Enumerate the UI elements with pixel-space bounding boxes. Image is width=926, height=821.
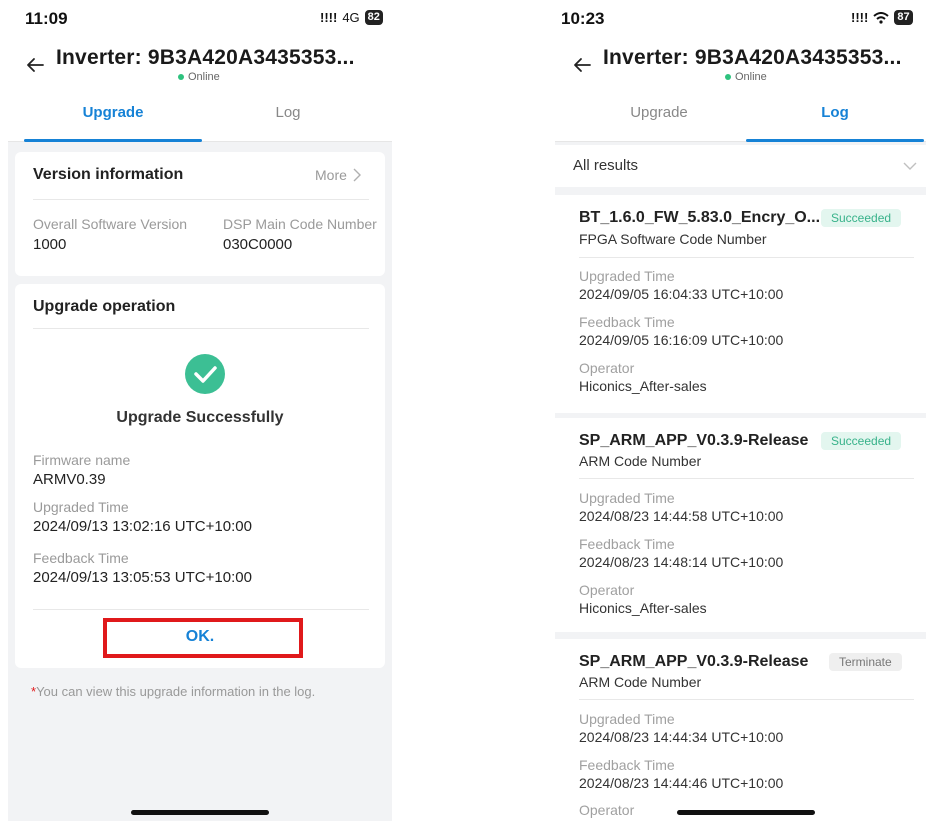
divider — [579, 699, 914, 700]
log-hint-note: *You can view this upgrade information i… — [31, 684, 315, 699]
tab-upgrade[interactable]: Upgrade — [48, 104, 178, 121]
divider — [579, 257, 914, 258]
log-card[interactable]: SP_ARM_APP_V0.3.9-Release Succeeded ARM … — [555, 418, 926, 632]
top-area: 10:23 !!!! 87 Inverter: 9B3A420A3435353.… — [555, 0, 926, 142]
status-badge: Succeeded — [821, 209, 902, 227]
log-firmware-name: BT_1.6.0_FW_5.83.0_Encry_O... — [579, 209, 821, 226]
upgraded-time-label: Upgraded Time — [579, 711, 675, 727]
tab-log[interactable]: Log — [770, 104, 900, 121]
upgraded-time-value: 2024/09/05 16:04:33 UTC+10:00 — [579, 286, 784, 302]
operator-value: Hiconics_After-sales — [579, 600, 707, 616]
online-label: Online — [735, 71, 767, 83]
active-tab-indicator — [24, 139, 202, 142]
version-info-card: Version information More Overall Softwar… — [15, 152, 385, 276]
page-title: Inverter: 9B3A420A3435353... — [603, 46, 902, 69]
field-label: Overall Software Version — [33, 216, 188, 232]
field-value: 1000 — [33, 236, 67, 253]
divider — [579, 478, 914, 479]
tab-upgrade[interactable]: Upgrade — [594, 104, 724, 121]
log-code-type: ARM Code Number — [579, 674, 702, 690]
chevron-right-icon — [353, 168, 361, 182]
field-label: DSP Main Code Number — [223, 216, 377, 232]
note-text: You can view this upgrade information in… — [36, 684, 316, 699]
battery-icon: 82 — [364, 10, 383, 25]
success-check-icon — [185, 354, 225, 394]
online-status: Online — [725, 71, 767, 83]
tab-bar: Upgrade Log — [555, 90, 926, 142]
upgraded-time-label: Upgraded Time — [579, 490, 675, 506]
page-header: Inverter: 9B3A420A3435353... Online — [555, 40, 926, 90]
field-label: Upgraded Time — [33, 499, 129, 515]
online-dot-icon — [178, 74, 184, 80]
field-value: 2024/09/13 13:02:16 UTC+10:00 — [33, 518, 252, 535]
page-title: Inverter: 9B3A420A3435353... — [56, 46, 355, 69]
feedback-time-value: 2024/08/23 14:44:46 UTC+10:00 — [579, 775, 784, 791]
status-time: 10:23 — [561, 9, 605, 28]
signal-icon: !!!! — [320, 10, 338, 25]
tab-bar: Upgrade Log — [8, 90, 392, 142]
log-code-type: ARM Code Number — [579, 453, 702, 469]
chevron-down-icon — [903, 162, 917, 170]
back-arrow-icon[interactable] — [24, 54, 46, 76]
home-indicator[interactable] — [677, 810, 815, 815]
upgrade-result-text: Upgrade Successfully — [116, 409, 284, 426]
log-firmware-name: SP_ARM_APP_V0.3.9-Release — [579, 432, 809, 449]
back-arrow-icon[interactable] — [571, 54, 593, 76]
wifi-icon — [873, 11, 889, 24]
feedback-time-label: Feedback Time — [579, 314, 675, 330]
battery-icon: 87 — [894, 10, 913, 25]
operator-value: Hiconics_After-sales — [579, 378, 707, 394]
upgraded-time-value: 2024/08/23 14:44:58 UTC+10:00 — [579, 508, 784, 524]
field-label: Firmware name — [33, 452, 131, 468]
online-status: Online — [178, 71, 220, 83]
upgrade-screen: 11:09 !!!! 4G 82 Inverter: 9B3A420A34353… — [8, 0, 392, 821]
filter-label: All results — [573, 157, 639, 174]
log-card[interactable]: SP_ARM_APP_V0.3.9-Release Terminate ARM … — [555, 639, 926, 821]
upgraded-time-value: 2024/08/23 14:44:34 UTC+10:00 — [579, 729, 784, 745]
active-tab-indicator — [746, 139, 924, 142]
upgraded-time-label: Upgraded Time — [579, 268, 675, 284]
field-value: 2024/09/13 13:05:53 UTC+10:00 — [33, 569, 252, 586]
status-time: 11:09 — [25, 9, 68, 28]
operator-label: Operator — [579, 360, 635, 376]
status-bar: 11:09 !!!! 4G 82 — [8, 0, 392, 40]
divider — [33, 328, 369, 329]
field-value: ARMV0.39 — [33, 471, 106, 488]
feedback-time-label: Feedback Time — [579, 536, 675, 552]
signal-icon: !!!! — [851, 10, 869, 25]
more-link[interactable]: More — [315, 167, 361, 183]
online-dot-icon — [725, 74, 731, 80]
status-bar: 10:23 !!!! 87 — [555, 0, 926, 40]
upgrade-operation-title: Upgrade operation — [33, 298, 176, 315]
top-area: 11:09 !!!! 4G 82 Inverter: 9B3A420A34353… — [8, 0, 392, 142]
log-screen: 10:23 !!!! 87 Inverter: 9B3A420A3435353.… — [555, 0, 926, 821]
status-indicators: !!!! 4G 82 — [320, 10, 383, 25]
log-firmware-name: SP_ARM_APP_V0.3.9-Release — [579, 653, 809, 670]
feedback-time-label: Feedback Time — [579, 757, 675, 773]
page-header: Inverter: 9B3A420A3435353... Online — [8, 40, 392, 90]
operator-label: Operator — [579, 802, 635, 818]
home-indicator[interactable] — [131, 810, 269, 815]
network-label: 4G — [342, 10, 360, 25]
upgrade-operation-card: Upgrade operation Upgrade Successfully F… — [15, 284, 385, 668]
tab-log[interactable]: Log — [223, 104, 353, 121]
field-value: 030C0000 — [223, 236, 293, 253]
status-badge: Terminate — [829, 653, 902, 671]
feedback-time-value: 2024/09/05 16:16:09 UTC+10:00 — [579, 332, 784, 348]
operator-label: Operator — [579, 582, 635, 598]
status-badge: Succeeded — [821, 432, 902, 450]
online-label: Online — [188, 71, 220, 83]
feedback-time-value: 2024/08/23 14:48:14 UTC+10:00 — [579, 554, 784, 570]
divider — [33, 199, 369, 200]
more-label: More — [315, 167, 347, 183]
divider — [33, 609, 369, 610]
log-card[interactable]: BT_1.6.0_FW_5.83.0_Encry_O... Succeeded … — [555, 195, 926, 413]
version-info-title: Version information — [33, 166, 184, 183]
log-code-type: FPGA Software Code Number — [579, 231, 767, 247]
result-filter-dropdown[interactable]: All results — [555, 145, 926, 187]
ok-button[interactable]: OK. — [15, 628, 385, 646]
field-label: Feedback Time — [33, 550, 129, 566]
status-indicators: !!!! 87 — [851, 10, 913, 25]
